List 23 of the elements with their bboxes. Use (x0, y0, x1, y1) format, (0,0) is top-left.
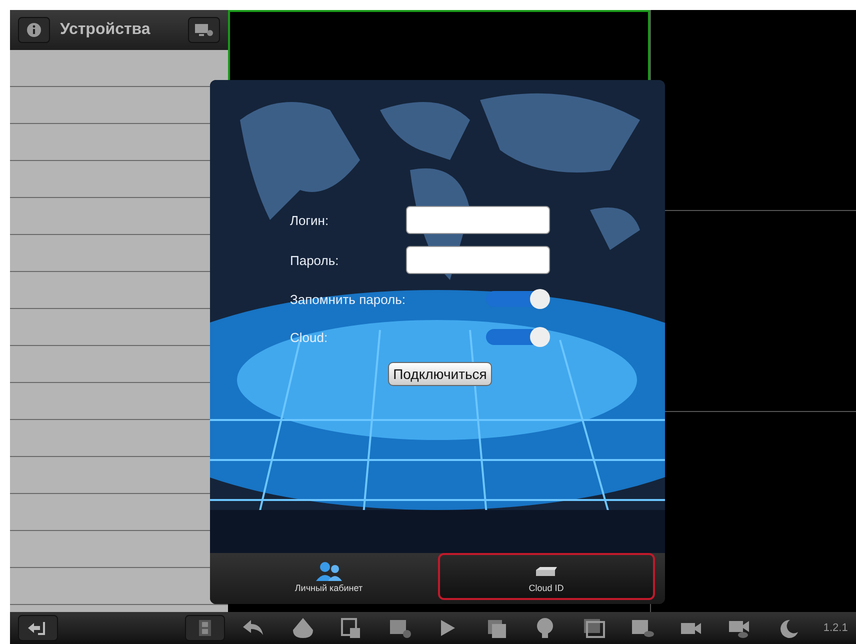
users-icon (316, 560, 342, 580)
sidebar-title: Устройства (60, 21, 152, 39)
field-label: Логин: (290, 212, 329, 228)
info-icon (26, 22, 42, 38)
version-label: 1.2.1 (823, 622, 848, 634)
input-field[interactable] (406, 246, 550, 274)
monitor-gear-icon (194, 22, 214, 38)
tab[interactable]: Личный кабинет (220, 553, 438, 600)
toggle-label: Cloud: (290, 330, 328, 344)
input-field[interactable] (406, 206, 550, 234)
field-label: Пароль: (290, 252, 339, 268)
film-icon (199, 620, 211, 636)
window-eye-icon[interactable] (629, 617, 656, 639)
connect-button[interactable]: Подключиться (388, 362, 492, 386)
toggle-switch[interactable] (486, 289, 550, 309)
tab[interactable]: Cloud ID (438, 553, 655, 600)
info-button[interactable] (18, 17, 50, 43)
video-cell[interactable] (651, 10, 856, 210)
device-settings-button[interactable] (188, 17, 220, 43)
film-button[interactable] (185, 615, 225, 641)
exit-button[interactable] (18, 615, 58, 641)
video-cell[interactable] (651, 412, 856, 612)
toggle-switch[interactable] (486, 327, 550, 347)
